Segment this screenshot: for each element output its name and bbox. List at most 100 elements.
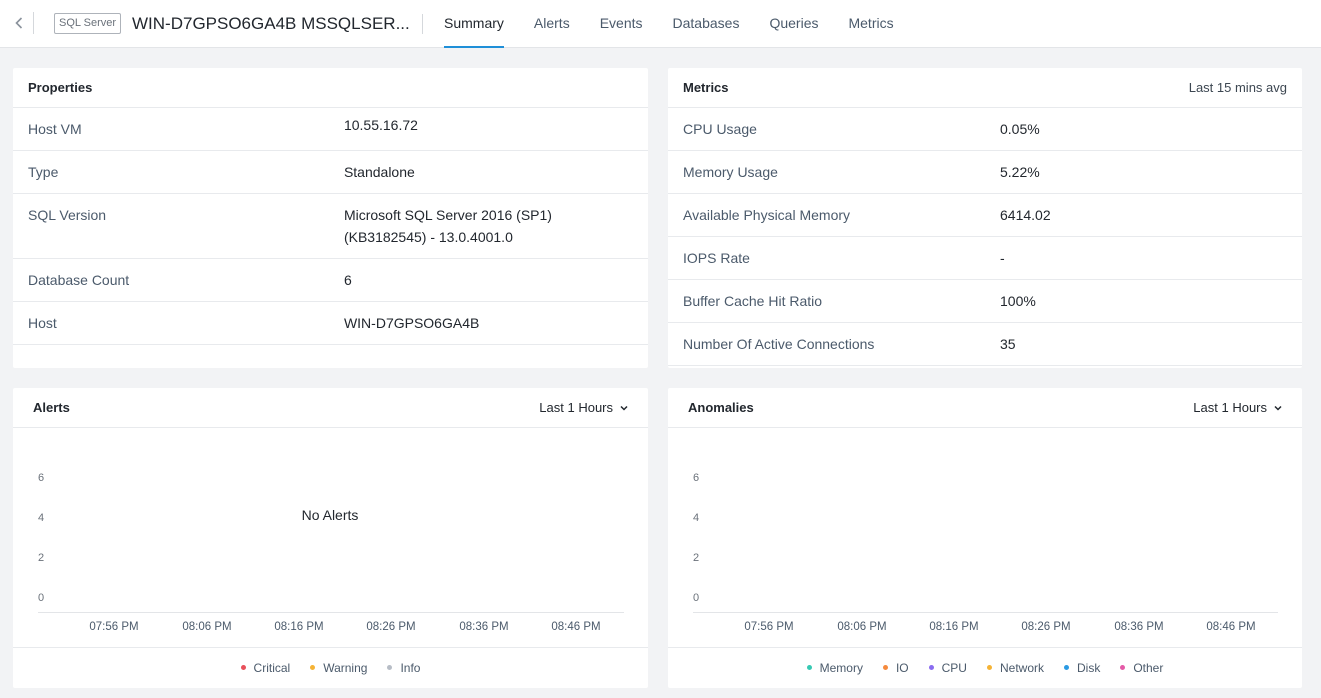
legend-dot (882, 665, 888, 670)
anomalies-legend: Memory IO CPU Network Disk Other (668, 648, 1302, 687)
legend-dot (310, 665, 316, 670)
property-row: Host VM 10.55.16.72 (13, 108, 648, 151)
legend-item-warning[interactable]: Warning (310, 661, 367, 675)
x-tick-label: 08:06 PM (182, 621, 232, 633)
legend-label: Warning (323, 660, 368, 675)
tab-summary[interactable]: Summary (444, 0, 504, 48)
dropdown-value: Last 1 Hours (1193, 400, 1267, 415)
metric-row: Memory Usage 5.22% (668, 151, 1302, 194)
x-tick-label: 08:26 PM (366, 621, 416, 633)
anomalies-range-dropdown[interactable]: Last 1 Hours (1193, 400, 1282, 415)
metrics-header: Metrics Last 15 mins avg (668, 68, 1302, 108)
entity-type-badge: SQL Server (54, 13, 122, 34)
x-tick-label: 08:06 PM (837, 621, 887, 633)
y-tick-label: 6 (38, 472, 45, 484)
back-button[interactable] (12, 14, 26, 32)
x-axis-line (38, 612, 624, 613)
metric-value: 5.22% (1000, 164, 1040, 180)
legend-label: Memory (819, 660, 863, 675)
legend-label: CPU (941, 660, 967, 675)
properties-header: Properties (13, 68, 648, 108)
x-tick-label: 08:16 PM (274, 621, 324, 633)
metric-value: 0.05% (1000, 121, 1040, 137)
legend-item-io[interactable]: IO (882, 660, 909, 675)
card-title: Alerts (33, 400, 70, 415)
legend-dot (240, 665, 246, 670)
divider (33, 12, 34, 34)
metric-value: 6414.02 (1000, 207, 1051, 223)
alerts-card: Alerts Last 1 Hours 6 4 2 0 No Alerts 07… (13, 388, 648, 688)
x-tick-label: 07:56 PM (89, 621, 139, 633)
tab-events[interactable]: Events (600, 0, 643, 48)
property-value: WIN-D7GPSO6GA4B (343, 315, 480, 331)
anomalies-chart: 6 4 2 0 07:56 PM 08:06 PM 08:16 PM 08:26… (668, 428, 1302, 648)
y-tick-label: 2 (38, 552, 45, 564)
chevron-left-icon (15, 17, 23, 29)
tab-databases[interactable]: Databases (673, 0, 740, 48)
property-row: Database Count 6 (13, 259, 648, 302)
tab-queries[interactable]: Queries (769, 0, 818, 48)
y-tick-label: 4 (38, 512, 45, 524)
metric-row: CPU Usage 0.05% (668, 108, 1302, 151)
x-tick-label: 08:46 PM (551, 621, 601, 633)
anomalies-header: Anomalies Last 1 Hours (668, 388, 1302, 428)
legend-item-critical[interactable]: Critical (240, 660, 291, 675)
host-vm-link[interactable]: 10.55.16.72 (344, 114, 633, 140)
tab-metrics[interactable]: Metrics (848, 0, 893, 48)
y-tick-label: 0 (693, 592, 700, 604)
metric-value: 35 (1000, 336, 1016, 352)
x-tick-label: 08:36 PM (459, 621, 509, 633)
property-key: Host VM (28, 121, 82, 137)
metric-key: IOPS Rate (683, 250, 750, 266)
legend-item-disk[interactable]: Disk (1064, 661, 1100, 675)
legend-label: Critical (253, 660, 291, 675)
alerts-header: Alerts Last 1 Hours (13, 388, 648, 428)
legend-dot (1064, 665, 1069, 670)
legend-item-network[interactable]: Network (986, 661, 1044, 675)
alerts-legend: Critical Warning Info (13, 648, 648, 687)
metric-row: Available Physical Memory 6414.02 (668, 194, 1302, 237)
alerts-range-dropdown[interactable]: Last 1 Hours (539, 400, 628, 415)
legend-dot (387, 665, 393, 670)
metric-value: 100% (1000, 293, 1036, 309)
card-title: Metrics (683, 80, 729, 95)
chevron-down-icon (1274, 405, 1282, 411)
page-title: WIN-D7GPSO6GA4B MSSQLSER... (132, 14, 410, 33)
legend-label: Disk (1077, 660, 1101, 675)
x-tick-label: 08:46 PM (1206, 621, 1256, 633)
y-tick-label: 2 (693, 552, 700, 564)
metric-key: Buffer Cache Hit Ratio (683, 293, 823, 309)
alerts-chart: 6 4 2 0 No Alerts 07:56 PM 08:06 PM 08:1… (13, 428, 648, 648)
y-tick-label: 0 (38, 592, 45, 604)
top-bar: SQL Server WIN-D7GPSO6GA4B MSSQLSER... S… (0, 0, 1321, 48)
empty-state-text: No Alerts (301, 507, 359, 523)
property-value: 6 (343, 272, 352, 288)
metrics-time-window: Last 15 mins avg (1188, 80, 1287, 95)
metric-key: CPU Usage (683, 121, 757, 137)
legend-item-other[interactable]: Other (1120, 661, 1163, 675)
property-key: Host (28, 315, 57, 331)
tab-alerts[interactable]: Alerts (534, 0, 570, 48)
dropdown-value: Last 1 Hours (539, 400, 613, 415)
card-title: Anomalies (688, 400, 754, 415)
legend-label: IO (895, 660, 909, 675)
property-row: Host WIN-D7GPSO6GA4B (13, 302, 648, 345)
metrics-card: Metrics Last 15 mins avg CPU Usage 0.05%… (668, 68, 1302, 368)
legend-item-memory[interactable]: Memory (806, 660, 863, 675)
property-row: SQL Version Microsoft SQL Server 2016 (S… (13, 194, 648, 259)
x-tick-label: 07:56 PM (744, 621, 794, 633)
divider (422, 14, 423, 34)
anomalies-card: Anomalies Last 1 Hours 6 4 2 0 07:56 PM … (668, 388, 1302, 688)
legend-dot (928, 665, 934, 670)
property-key: SQL Version (28, 207, 107, 223)
legend-dot (806, 665, 812, 670)
card-title: Properties (28, 80, 93, 95)
property-row: Type Standalone (13, 151, 648, 194)
legend-item-cpu[interactable]: CPU (928, 660, 967, 675)
chevron-down-icon (620, 405, 628, 411)
legend-item-info[interactable]: Info (387, 661, 420, 675)
metric-key: Number Of Active Connections (683, 336, 875, 352)
property-key: Database Count (28, 272, 130, 288)
property-value: Standalone (343, 164, 415, 180)
x-tick-label: 08:36 PM (1114, 621, 1164, 633)
